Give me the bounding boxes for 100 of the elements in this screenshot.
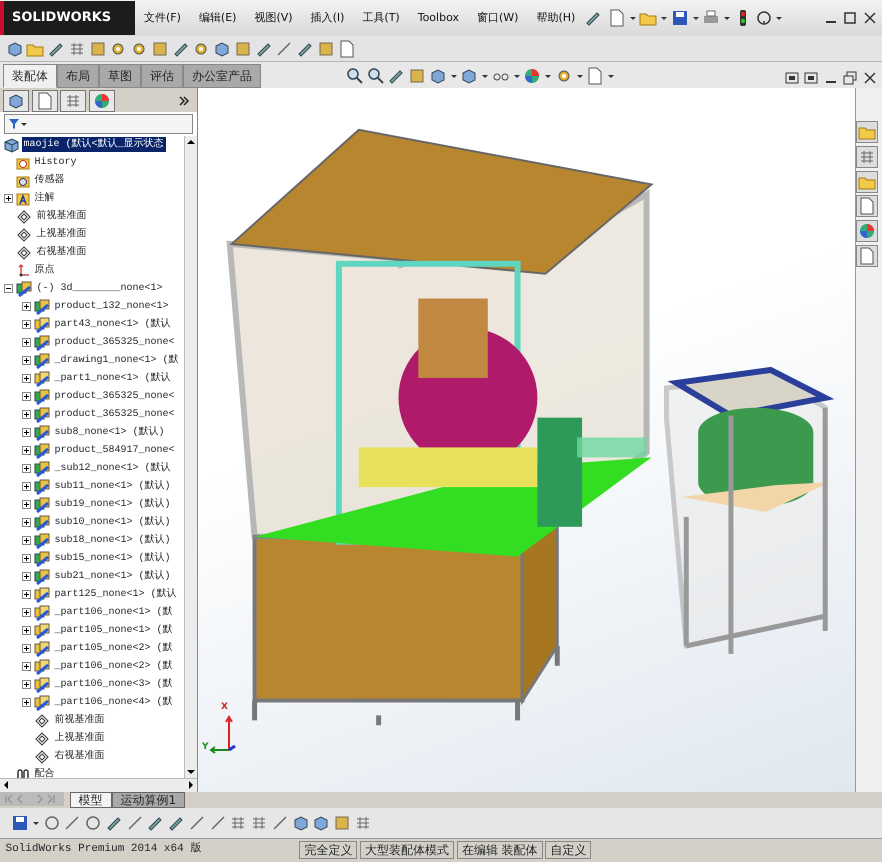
expand-toggle-icon[interactable] <box>22 410 31 420</box>
expand-toggle-icon[interactable] <box>22 536 31 546</box>
tree-item[interactable]: _part106_none<2> (默 <box>52 659 175 674</box>
sketch-tool-icon[interactable] <box>312 814 330 832</box>
tree-item[interactable]: part125_none<1> (默认 <box>52 587 179 602</box>
tree-item[interactable]: product_365325_none< <box>52 335 177 350</box>
close-icon[interactable] <box>862 71 876 86</box>
tree-item[interactable]: 配合 <box>32 767 56 778</box>
tree-item[interactable]: product_132_none<1> <box>52 299 171 314</box>
menu-item[interactable]: 视图(V) <box>245 10 302 26</box>
sketch-tool-icon[interactable] <box>333 814 351 832</box>
zoom-area-icon[interactable] <box>366 67 384 86</box>
sketch-tool-icon[interactable] <box>63 814 82 832</box>
tree-item[interactable]: _part105_none<1> (默 <box>52 623 175 638</box>
sketch-tool-icon[interactable] <box>84 814 102 832</box>
tree-item[interactable]: _part105_none<2> (默 <box>52 641 175 656</box>
expand-toggle-icon[interactable] <box>22 482 31 492</box>
sketch-tool-icon[interactable] <box>292 814 310 832</box>
caret-icon[interactable] <box>576 72 584 80</box>
caret-icon[interactable] <box>723 14 732 22</box>
expand-toggle-icon[interactable] <box>22 554 31 564</box>
expand-toggle-icon[interactable] <box>4 194 13 204</box>
tree-item[interactable]: sub11_none<1> (默认) <box>52 479 173 494</box>
tree-item[interactable]: product_365325_none< <box>52 389 177 404</box>
chevron-icon[interactable] <box>178 94 190 107</box>
new-document-icon[interactable] <box>608 9 626 27</box>
property-manager-tab[interactable] <box>32 90 58 112</box>
color-ball-icon[interactable] <box>523 67 542 86</box>
tile-right-icon[interactable] <box>804 71 818 86</box>
caret-icon[interactable] <box>660 14 668 22</box>
expand-toggle-icon[interactable] <box>22 680 31 690</box>
menu-item[interactable]: 工具(T) <box>353 10 409 26</box>
toolbar-tool-icon[interactable] <box>275 40 294 58</box>
tree-item[interactable]: _part106_none<1> (默 <box>52 605 175 620</box>
sketch-tool-icon[interactable] <box>42 814 60 832</box>
expand-toggle-icon[interactable] <box>22 572 31 582</box>
tree-item[interactable]: 右视基准面 <box>52 749 106 764</box>
bottom-tab[interactable]: 运动算例1 <box>112 792 186 808</box>
expand-toggle-icon[interactable] <box>22 320 31 330</box>
expand-toggle-icon[interactable] <box>22 446 31 456</box>
toolbar-tool-icon[interactable] <box>234 40 252 58</box>
command-tab[interactable]: 草图 <box>98 64 141 88</box>
sketch-tool-icon[interactable] <box>250 814 268 832</box>
cube-icon[interactable] <box>460 67 478 86</box>
tree-item[interactable]: sub19_none<1> (默认) <box>52 497 173 512</box>
menu-item[interactable]: Toolbox <box>408 10 468 26</box>
expand-toggle-icon[interactable] <box>22 356 31 366</box>
vertical-scrollbar[interactable] <box>184 136 197 778</box>
toolbar-tool-icon[interactable] <box>6 40 24 58</box>
tree-item[interactable]: sub21_none<1> (默认) <box>52 569 173 584</box>
menu-item[interactable]: 文件(F) <box>135 10 190 26</box>
tree-item[interactable]: sub10_none<1> (默认) <box>52 515 173 530</box>
caret-icon[interactable] <box>544 72 552 80</box>
expand-toggle-icon[interactable] <box>22 644 31 654</box>
tree-item[interactable]: History <box>32 155 79 170</box>
caret-icon[interactable] <box>607 72 615 80</box>
tree-item[interactable]: _part106_none<3> (默 <box>52 677 175 692</box>
expand-toggle-icon[interactable] <box>22 302 31 312</box>
restore-icon[interactable] <box>843 71 857 86</box>
tree-item[interactable]: (-) 3d________none<1> <box>34 281 165 296</box>
collapse-toggle-icon[interactable] <box>4 284 13 294</box>
tree-item[interactable]: 原点 <box>32 263 56 278</box>
tree-item[interactable]: sub8_none<1> (默认) <box>52 425 167 440</box>
expand-toggle-icon[interactable] <box>22 590 31 600</box>
menu-item[interactable]: 帮助(H) <box>527 10 584 26</box>
tree-item[interactable]: product_365325_none< <box>52 407 177 422</box>
tree-item[interactable]: 注解 <box>32 191 56 206</box>
tree-item[interactable]: _part106_none<4> (默 <box>52 695 175 710</box>
command-tab[interactable]: 办公室产品 <box>182 64 261 88</box>
caret-icon[interactable] <box>481 72 489 80</box>
sketch-tool-icon[interactable] <box>208 814 226 832</box>
tree-root-item[interactable]: maojie (默认<默认_显示状态 <box>22 137 166 152</box>
menu-item[interactable]: 窗口(W) <box>468 10 528 26</box>
tree-item[interactable]: 前视基准面 <box>34 209 88 224</box>
cube-icon[interactable] <box>428 67 447 86</box>
notepad-icon[interactable] <box>856 244 878 267</box>
tree-item[interactable]: part43_none<1> (默认 <box>52 317 173 332</box>
command-tab[interactable]: 布局 <box>56 64 99 88</box>
caret-icon[interactable] <box>450 72 458 80</box>
expand-toggle-icon[interactable] <box>22 518 31 528</box>
tree-item[interactable]: _sub12_none<1> (默认 <box>52 461 173 476</box>
tree-item[interactable]: sub18_none<1> (默认) <box>52 533 173 548</box>
expand-toggle-icon[interactable] <box>22 374 31 384</box>
maximize-icon[interactable] <box>843 11 857 25</box>
tree-item[interactable]: 上视基准面 <box>34 227 88 242</box>
sketch-tool-icon[interactable] <box>270 814 289 832</box>
tree-item[interactable]: _drawing1_none<1> (默 <box>52 353 181 368</box>
expand-toggle-icon[interactable] <box>22 464 31 474</box>
sketch-tool-icon[interactable] <box>126 814 144 832</box>
toolbar-tool-icon[interactable] <box>213 40 231 58</box>
expand-toggle-icon[interactable] <box>22 428 31 438</box>
expand-toggle-icon[interactable] <box>22 626 31 636</box>
sketch-tool-icon[interactable] <box>188 814 206 832</box>
tree-item[interactable]: 右视基准面 <box>34 245 88 260</box>
tree-item[interactable]: sub15_none<1> (默认) <box>52 551 173 566</box>
caret-icon[interactable] <box>692 14 700 22</box>
toolbar-tool-icon[interactable] <box>338 40 356 58</box>
tree-item[interactable]: product_584917_none< <box>52 443 177 458</box>
expand-toggle-icon[interactable] <box>22 608 31 618</box>
menu-item[interactable]: 编辑(E) <box>190 10 246 26</box>
